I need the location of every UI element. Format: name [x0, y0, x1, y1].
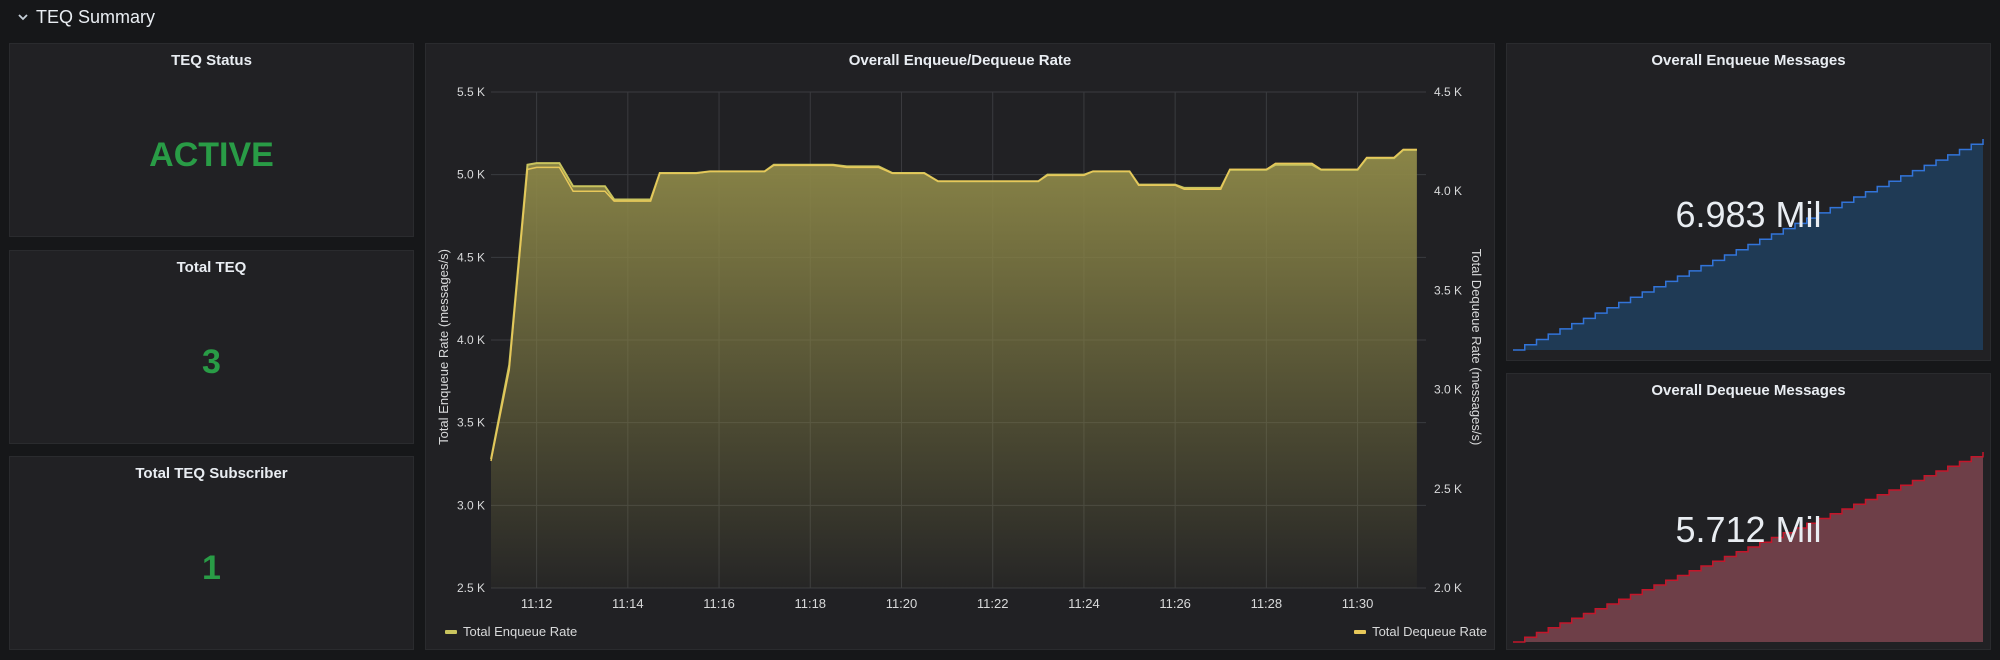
- x-tick-label: 11:16: [703, 596, 735, 611]
- enqueue-dequeue-rate-panel[interactable]: Overall Enqueue/Dequeue Rate 2.5 K 3.0 K3…: [425, 43, 1495, 650]
- legend-label: Total Dequeue Rate: [1372, 624, 1487, 639]
- legend-label: Total Enqueue Rate: [463, 624, 578, 639]
- enqueue-area: [491, 149, 1417, 588]
- teq-status-panel[interactable]: TEQ Status ACTIVE: [9, 43, 414, 237]
- legend-swatch: [445, 629, 457, 634]
- row-title: TEQ Summary: [36, 6, 156, 27]
- x-tick-label: 11:24: [1068, 596, 1100, 611]
- y-tick-label: 4.0 K: [457, 333, 485, 347]
- y-tick-label: 2.5 K: [457, 581, 485, 595]
- panel-title: TEQ Status: [171, 52, 252, 69]
- y2-tick-label: 2.5 K: [1434, 482, 1462, 496]
- y2-tick-label: 4.5 K: [1434, 85, 1462, 99]
- legend-item-dequeue[interactable]: Total Dequeue Rate: [1354, 624, 1487, 639]
- y-tick-label: 4.5 K: [457, 250, 485, 264]
- subscriber-value: 1: [202, 549, 221, 587]
- y-tick-label: 5.0 K: [457, 168, 485, 182]
- legend-swatch: [1354, 629, 1367, 634]
- row-header[interactable]: TEQ Summary: [0, 0, 2000, 34]
- rate-chart[interactable]: 2.5 K 3.0 K 3.5 K 4.0 K 4.5 K 5.0 K 5.5 K 2.0 …: [426, 44, 1494, 649]
- y2-tick-label: 2.0 K: [1434, 581, 1462, 595]
- total-teq-subscriber-panel[interactable]: Total TEQ Subscriber 1: [9, 456, 414, 650]
- x-tick-label: 11:22: [977, 596, 1009, 611]
- y2-axis-ticks: 2.0 K 2.5 K 3.0 K 3.5 K 4.0 K 4.5 K: [1434, 85, 1462, 595]
- total-teq-value: 3: [202, 343, 221, 381]
- y-tick-label: 3.0 K: [457, 498, 485, 512]
- legend-item-enqueue[interactable]: Total Enqueue Rate: [445, 624, 577, 639]
- enqueue-total-value: 6.983 Mil: [1675, 194, 1822, 235]
- panel-title: Total TEQ: [176, 259, 247, 276]
- x-tick-label: 11:26: [1159, 596, 1191, 611]
- chevron-down-icon[interactable]: [16, 10, 30, 24]
- dequeue-total-value: 5.712 Mil: [1675, 509, 1822, 550]
- x-tick-label: 11:18: [794, 596, 826, 611]
- y2-tick-label: 4.0 K: [1434, 184, 1462, 198]
- y-axis-label: Total Enqueue Rate (messages/s): [436, 249, 451, 445]
- dequeue-messages-panel[interactable]: Overall Dequeue Messages 5.712 Mil: [1506, 373, 1991, 650]
- x-tick-label: 11:30: [1342, 596, 1374, 611]
- y2-axis-label: Total Dequeue Rate (messages/s): [1469, 249, 1484, 446]
- status-value: ACTIVE: [149, 136, 274, 174]
- x-axis-ticks: 11:12 11:14 11:16 11:18 11:20 11:22 11:24 11:26…: [521, 596, 1374, 611]
- enqueue-messages-panel[interactable]: Overall Enqueue Messages 6.983 Mil: [1506, 43, 1991, 361]
- x-tick-label: 11:20: [886, 596, 918, 611]
- total-teq-panel[interactable]: Total TEQ 3: [9, 250, 414, 444]
- y-tick-label: 5.5 K: [457, 85, 485, 99]
- x-tick-label: 11:28: [1251, 596, 1283, 611]
- panel-title: Total TEQ Subscriber: [135, 465, 288, 482]
- y2-tick-label: 3.0 K: [1434, 383, 1462, 397]
- y-axis-ticks: 2.5 K 3.0 K 3.5 K 4.0 K 4.5 K 5.0 K 5.5 K: [457, 85, 485, 595]
- chart-area: [491, 149, 1417, 588]
- x-tick-label: 11:12: [521, 596, 553, 611]
- y2-tick-label: 3.5 K: [1434, 283, 1462, 297]
- y-tick-label: 3.5 K: [457, 416, 485, 430]
- x-tick-label: 11:14: [612, 596, 644, 611]
